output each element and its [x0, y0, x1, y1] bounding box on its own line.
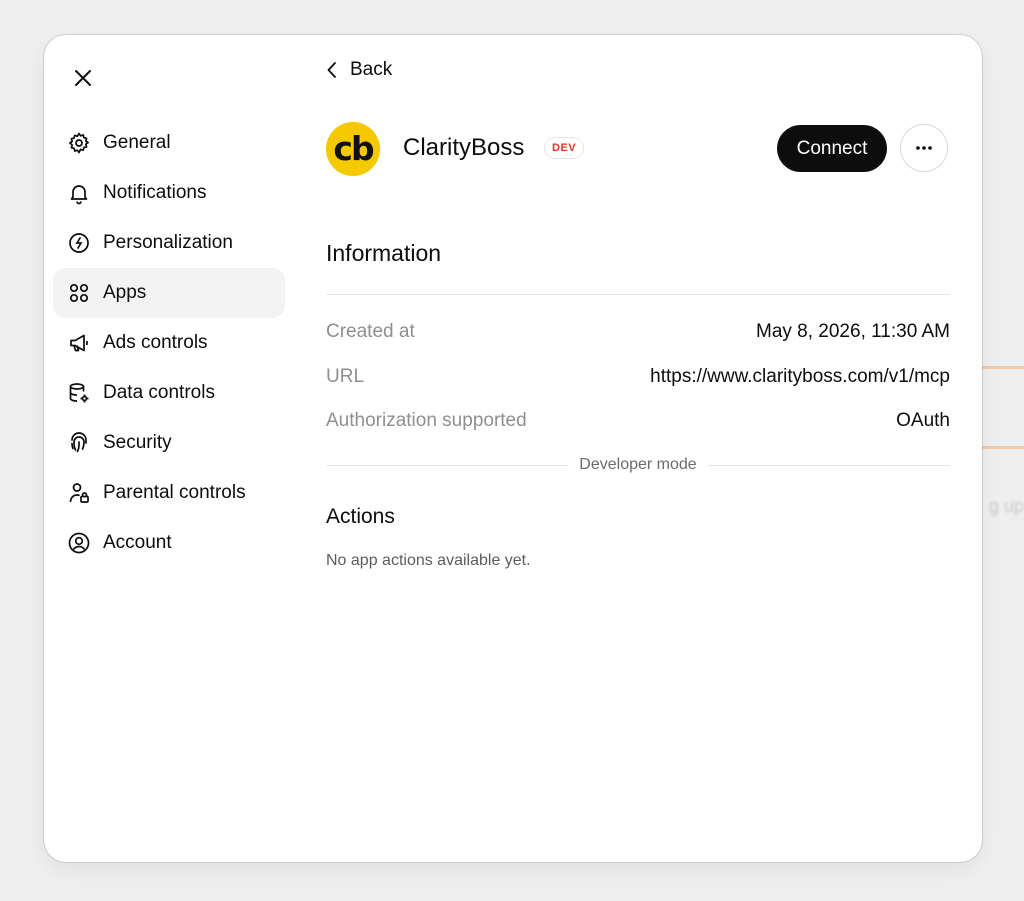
- dev-badge: DEV: [544, 137, 585, 159]
- information-title: Information: [326, 240, 442, 266]
- sidebar-item-general[interactable]: General: [53, 118, 285, 168]
- sidebar-item-apps[interactable]: Apps: [53, 268, 285, 318]
- more-horizontal-icon: [916, 146, 932, 150]
- connect-button[interactable]: Connect: [777, 125, 887, 172]
- sidebar-item-personalization[interactable]: Personalization: [53, 218, 285, 268]
- developer-mode-label: Developer mode: [579, 456, 697, 473]
- info-value: May 8, 2026, 11:30 AM: [756, 321, 950, 342]
- fingerprint-icon: [67, 431, 91, 455]
- sidebar-item-label: General: [103, 132, 171, 153]
- app-name: ClarityBoss: [403, 134, 525, 161]
- sidebar-item-label: Ads controls: [103, 332, 208, 353]
- actions-title: Actions: [326, 505, 395, 528]
- info-value: OAuth: [896, 410, 950, 431]
- app-detail-panel: Back cb ClarityBoss DEV Connect Informat…: [326, 35, 950, 862]
- bell-icon: [67, 181, 91, 205]
- actions-empty-text: No app actions available yet.: [326, 552, 531, 569]
- personalization-icon: [67, 231, 91, 255]
- info-row-url: URL https://www.clarityboss.com/v1/mcp: [326, 366, 950, 388]
- back-label: Back: [350, 59, 393, 80]
- app-header: cb ClarityBoss DEV Connect: [326, 122, 950, 176]
- divider-line: [326, 464, 569, 466]
- sidebar-item-parental-controls[interactable]: Parental controls: [53, 468, 285, 518]
- info-row-created-at: Created at May 8, 2026, 11:30 AM: [326, 321, 950, 343]
- sidebar-item-label: Account: [103, 532, 172, 553]
- close-icon: [75, 70, 91, 86]
- settings-sidebar: General Notifications Personalization Ap…: [53, 118, 285, 568]
- apps-grid-icon: [67, 281, 91, 305]
- developer-mode-divider: Developer mode: [326, 456, 950, 474]
- background-peek-text: g up: [988, 496, 1024, 516]
- gear-icon: [67, 131, 91, 155]
- megaphone-icon: [67, 331, 91, 355]
- info-key: URL: [326, 366, 365, 387]
- info-value: https://www.clarityboss.com/v1/mcp: [650, 366, 950, 387]
- app-logo-text: cb: [333, 128, 374, 168]
- sidebar-item-data-controls[interactable]: Data controls: [53, 368, 285, 418]
- sidebar-item-label: Apps: [103, 282, 147, 303]
- sidebar-item-notifications[interactable]: Notifications: [53, 168, 285, 218]
- sidebar-item-label: Security: [103, 432, 172, 453]
- more-options-button[interactable]: [900, 124, 948, 172]
- information-divider: [326, 294, 950, 295]
- info-key: Authorization supported: [326, 410, 527, 431]
- sidebar-item-ads-controls[interactable]: Ads controls: [53, 318, 285, 368]
- back-button[interactable]: Back: [326, 59, 392, 81]
- sidebar-item-security[interactable]: Security: [53, 418, 285, 468]
- background-line: [982, 446, 1024, 449]
- divider-line: [707, 464, 950, 466]
- sidebar-item-label: Notifications: [103, 182, 207, 203]
- chevron-left-icon: [327, 62, 336, 78]
- background-line: [982, 366, 1024, 369]
- info-key: Created at: [326, 321, 415, 342]
- sidebar-item-label: Personalization: [103, 232, 233, 253]
- sidebar-item-account[interactable]: Account: [53, 518, 285, 568]
- info-row-authorization: Authorization supported OAuth: [326, 410, 950, 432]
- person-lock-icon: [67, 481, 91, 505]
- settings-modal: General Notifications Personalization Ap…: [44, 35, 982, 862]
- app-logo: cb: [326, 122, 380, 176]
- sidebar-item-label: Parental controls: [103, 482, 246, 503]
- user-circle-icon: [67, 531, 91, 555]
- database-gear-icon: [67, 381, 91, 405]
- close-button[interactable]: [70, 65, 96, 91]
- sidebar-item-label: Data controls: [103, 382, 215, 403]
